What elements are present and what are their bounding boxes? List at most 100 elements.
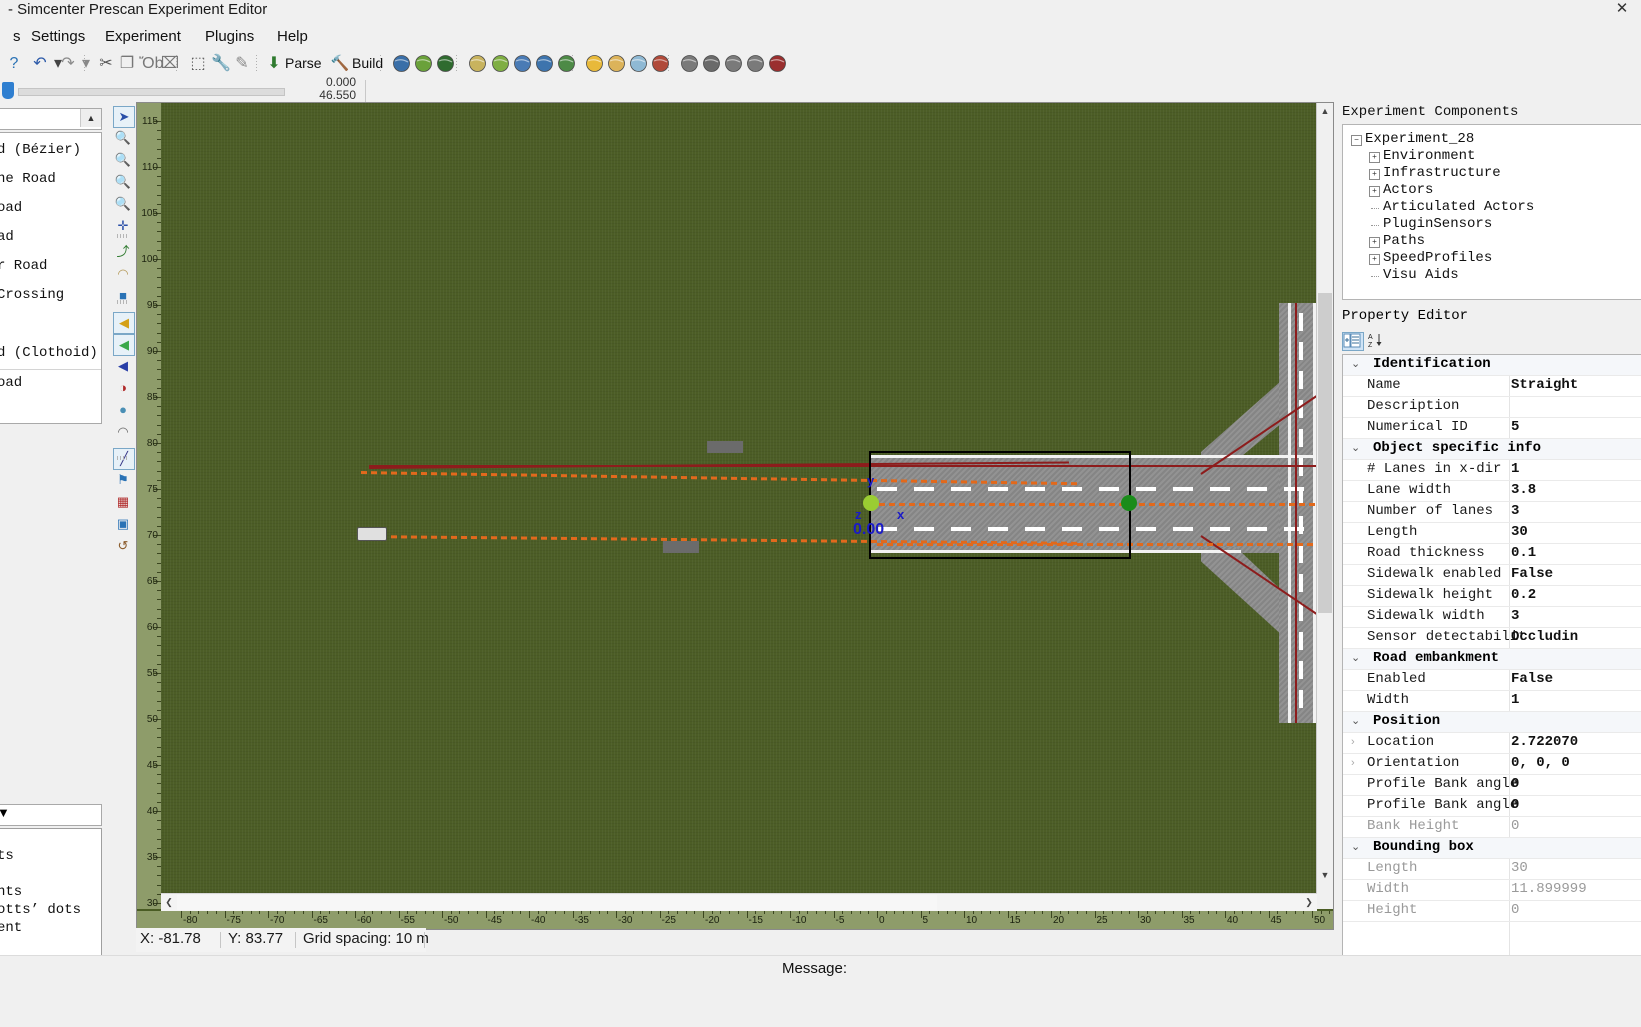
tree-expander-icon[interactable]: + [1369, 186, 1380, 197]
road-vertical-main[interactable] [1279, 303, 1317, 723]
tree-expander-icon[interactable]: + [1369, 169, 1380, 180]
close-icon[interactable]: ✕ [1609, 1, 1635, 18]
selection-bounding-box[interactable] [869, 451, 1131, 559]
property-value[interactable]: 30 [1511, 860, 1528, 876]
world-green-icon[interactable] [557, 54, 577, 74]
property-category-row[interactable]: ⌄ Position [1343, 712, 1641, 733]
property-value[interactable]: 3 [1511, 503, 1519, 519]
property-row[interactable]: Length 30 [1343, 523, 1641, 544]
vehicle-actor[interactable] [357, 527, 387, 541]
library-list-item[interactable]: d (Clothoid) [0, 340, 101, 366]
menu-item-s[interactable]: s [8, 26, 26, 47]
library-secondary-combo[interactable]: ▼ [0, 804, 102, 826]
tree-node-speedprofiles[interactable]: SpeedProfiles [1383, 250, 1492, 266]
chevron-right-icon[interactable]: › [1351, 737, 1355, 748]
delete-icon[interactable]: ⌧ [160, 54, 180, 74]
property-row[interactable]: Number of lanes 3 [1343, 502, 1641, 523]
property-value[interactable]: 2.722070 [1511, 734, 1578, 750]
library-list-item[interactable] [0, 311, 101, 337]
scene-object-box-1[interactable] [707, 441, 743, 453]
menu-item-plugins[interactable]: Plugins [200, 26, 259, 47]
library-secondary-item[interactable]: ent [0, 919, 101, 938]
grid-window-icon[interactable] [513, 54, 533, 74]
library-list-item[interactable]: oad [0, 195, 101, 221]
bug-icon[interactable] [768, 54, 788, 74]
library-list-item[interactable]: oad [0, 369, 101, 396]
tree-node-paths[interactable]: Paths [1383, 233, 1425, 249]
marker-icon[interactable]: ⚑ [113, 470, 133, 490]
help-icon[interactable]: ? [4, 54, 24, 74]
tree-node-visu-aids[interactable]: Visu Aids [1383, 267, 1459, 283]
property-value[interactable]: 0 [1511, 818, 1519, 834]
globe-blue-icon[interactable] [392, 54, 412, 74]
tree-node-actors[interactable]: Actors [1383, 182, 1433, 198]
tree-node-articulated-actors[interactable]: Articulated Actors [1383, 199, 1534, 215]
camera-icon[interactable]: ▣ [113, 514, 133, 534]
property-value[interactable]: 1 [1511, 461, 1519, 477]
table-icon[interactable]: ▦ [113, 492, 133, 512]
library-category-combo[interactable]: ▲ [0, 108, 102, 130]
property-row[interactable]: Description [1343, 397, 1641, 418]
property-value[interactable]: 0.1 [1511, 545, 1536, 561]
experiment-components-tree[interactable]: − Experiment_28 + Environment + Infrastructur… [1342, 124, 1641, 300]
property-value[interactable]: 0, 0, 0 [1511, 755, 1570, 771]
cut-icon[interactable]: ✂ [96, 54, 116, 74]
property-row[interactable]: Width 11.899999 [1343, 880, 1641, 901]
chevron-down-icon[interactable]: ⌄ [1351, 842, 1360, 853]
copy-icon[interactable]: ❐ [117, 54, 137, 74]
cloud-icon[interactable] [607, 54, 627, 74]
property-value[interactable]: 0 [1511, 797, 1519, 813]
sphere-icon[interactable]: ● [113, 400, 133, 420]
library-list-item[interactable]: ne Road [0, 166, 101, 192]
library-item-list[interactable]: d (Bézier) ne Road oad ad r Road Crossing d (C… [0, 132, 102, 424]
property-row[interactable]: Sidewalk enabled False [1343, 565, 1641, 586]
pan-icon[interactable]: ✛ [113, 216, 133, 236]
undo-icon[interactable]: ↶ [30, 54, 50, 74]
library-secondary-item[interactable] [0, 829, 101, 848]
chevron-down-icon[interactable]: ⌄ [1351, 716, 1360, 727]
property-row[interactable]: Sidewalk width 3 [1343, 607, 1641, 628]
zoom-out-icon[interactable]: 🔍 [113, 172, 133, 192]
property-value[interactable]: 3 [1511, 608, 1519, 624]
property-category-row[interactable]: ⌄ Road embankment [1343, 649, 1641, 670]
list-icon[interactable] [680, 54, 700, 74]
pencil-icon[interactable]: ✎ [232, 54, 252, 74]
property-row[interactable]: Bank Height 0 [1343, 817, 1641, 838]
property-row[interactable]: # Lanes in x-dir 1 [1343, 460, 1641, 481]
image-icon[interactable] [651, 54, 671, 74]
property-value[interactable]: 5 [1511, 419, 1519, 435]
property-value[interactable]: 30 [1511, 524, 1528, 540]
zoom-window-icon[interactable]: 🔍 [113, 128, 133, 148]
property-value[interactable]: 0.2 [1511, 587, 1536, 603]
library-secondary-item[interactable]: otts’ dots [0, 901, 101, 920]
library-secondary-list[interactable]: ts nts otts’ dots ent [0, 828, 102, 956]
tree-expander-icon[interactable]: + [1369, 152, 1380, 163]
property-value[interactable]: False [1511, 566, 1553, 582]
library-list-item[interactable]: d (Bézier) [0, 137, 101, 163]
property-value[interactable]: 1 [1511, 692, 1519, 708]
categorized-view-icon[interactable] [1342, 332, 1364, 351]
property-value[interactable]: False [1511, 671, 1553, 687]
library-secondary-item[interactable] [0, 865, 101, 884]
align-left-icon[interactable]: ◀ [113, 312, 135, 334]
library-secondary-item[interactable] [0, 937, 101, 956]
library-list-item[interactable]: r Road [0, 253, 101, 279]
library-secondary-item[interactable]: ts [0, 847, 101, 866]
select-region-icon[interactable]: ⬚ [188, 54, 208, 74]
scroll-left-icon[interactable]: ❮ [161, 894, 177, 911]
redo-dropdown-icon[interactable]: ▾ [76, 54, 96, 74]
property-value[interactable]: 11.899999 [1511, 881, 1587, 897]
property-value[interactable]: 0 [1511, 902, 1519, 918]
align-center-icon[interactable]: ◀ [113, 334, 135, 356]
star-icon[interactable] [585, 54, 605, 74]
scroll-down-icon[interactable]: ▼ [1317, 867, 1333, 883]
sort-alphabetical-icon[interactable]: A Z [1368, 332, 1388, 349]
mirror-icon[interactable]: ◑ [113, 378, 133, 398]
chevron-up-icon[interactable]: ▲ [80, 109, 101, 127]
scene-viewport[interactable]: 115 110 105 100 95 90 85 80 75 70 65 60 55 50 45 40 35 30 [136, 102, 1348, 941]
property-row[interactable]: Lane width 3.8 [1343, 481, 1641, 502]
chevron-down-icon[interactable]: ▼ [0, 805, 101, 820]
paste-icon[interactable]: Ὄb [139, 54, 163, 74]
draw-path-icon[interactable]: ⤴ [113, 242, 133, 262]
scene-object-box-2[interactable] [663, 541, 699, 553]
